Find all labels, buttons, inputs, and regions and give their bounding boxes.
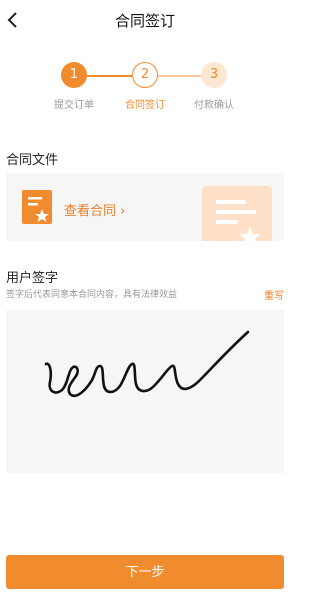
contract-section-title: 合同文件 (6, 153, 59, 168)
contract-illustration-icon (202, 186, 272, 241)
step-2-label: 合同签订 (125, 100, 165, 111)
step-3-label: 付款确认 (194, 100, 234, 111)
step-connector (87, 75, 132, 77)
signature-hint: 签字后代表同意本合同内容，具有法律效益 (6, 290, 178, 300)
progress-steps: 1 2 3 提交订单 合同签订 付款确认 (0, 62, 290, 112)
rewrite-button[interactable]: 重写 (264, 287, 284, 302)
document-star-icon (22, 190, 52, 224)
next-step-button[interactable]: 下一步 (6, 555, 284, 589)
step-1-circle: 1 (61, 62, 87, 88)
nav-bar: 合同签订 (0, 0, 290, 40)
step-1-label: 提交订单 (54, 100, 94, 111)
view-contract-link[interactable]: 查看合同 › (64, 200, 125, 219)
step-2-circle: 2 (132, 62, 158, 88)
step-3-circle: 3 (201, 62, 227, 88)
step-connector (158, 75, 201, 77)
page-title: 合同签订 (114, 12, 175, 30)
signature-pad[interactable] (6, 310, 284, 473)
signature-stroke (44, 330, 250, 398)
signature-section-title: 用户签字 (6, 271, 59, 286)
contract-card[interactable]: 查看合同 › (6, 173, 284, 241)
